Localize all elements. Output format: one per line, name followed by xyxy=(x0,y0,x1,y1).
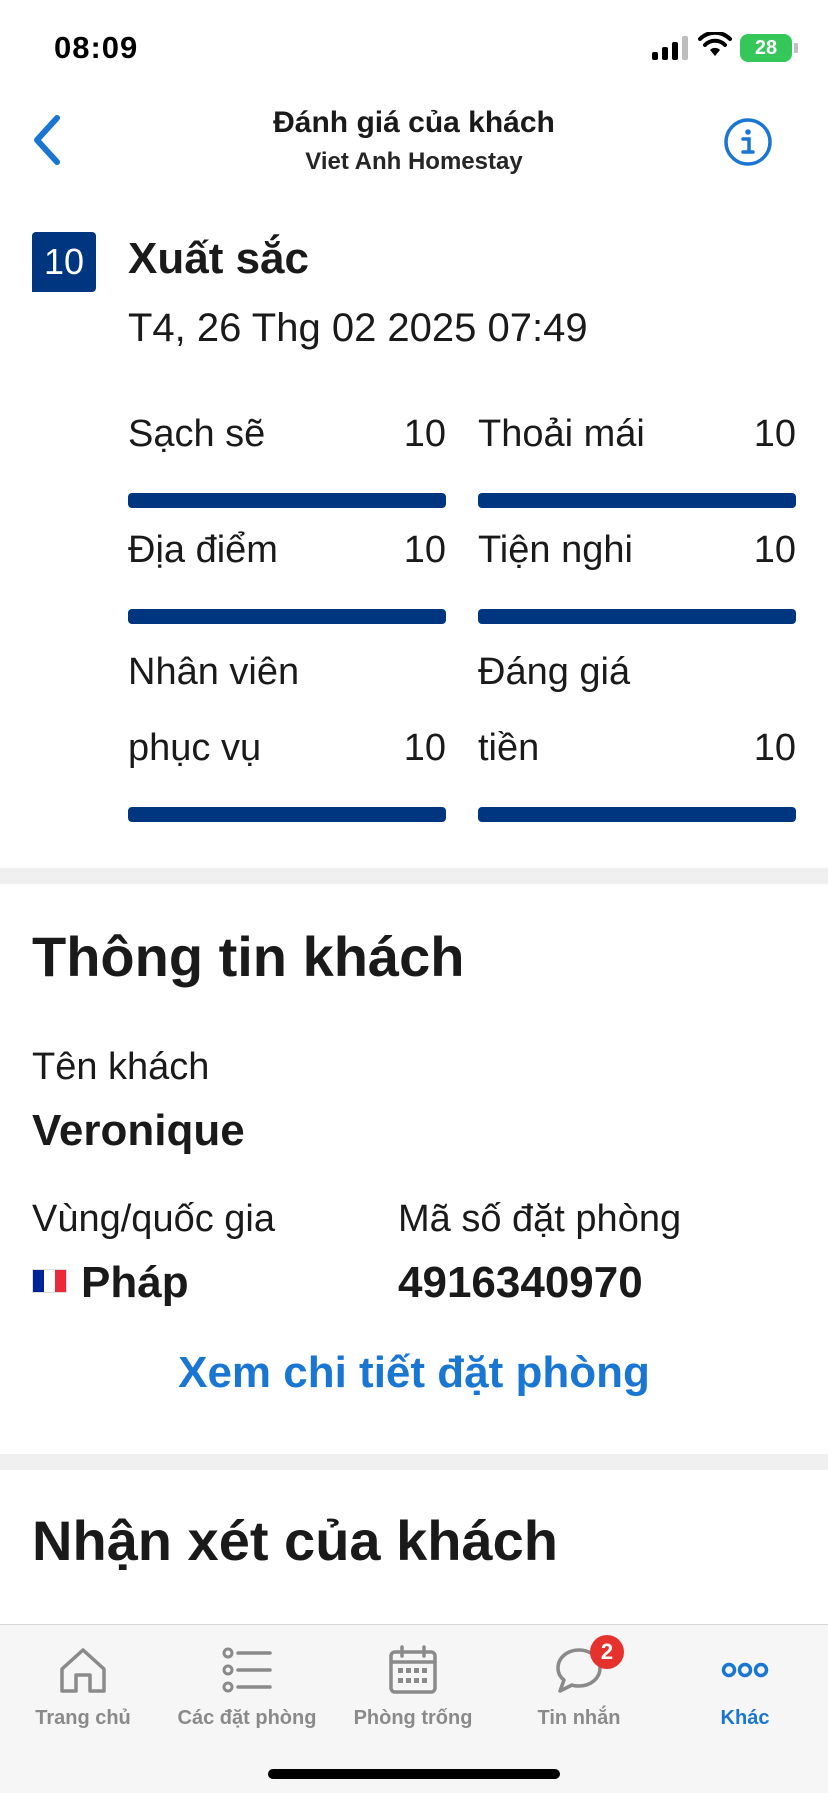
more-icon xyxy=(721,1662,769,1678)
rating-category-value: 10 xyxy=(403,413,446,455)
tab-bar: Trang chủ Các đặt phòng Phòng trống 2 Ti… xyxy=(0,1624,828,1793)
list-icon xyxy=(222,1647,272,1693)
country-name: Pháp xyxy=(81,1258,189,1307)
rating-category-name: Thoải mái xyxy=(478,413,645,455)
score-label: Xuất sắc xyxy=(128,234,309,283)
tab-messages[interactable]: 2 Tin nhắn xyxy=(504,1635,654,1730)
unread-badge: 2 xyxy=(590,1635,624,1669)
nav-header: Đánh giá của khách Viet Anh Homestay xyxy=(0,96,828,192)
rating-category-name: Tiện nghi xyxy=(478,529,633,571)
cellular-signal-icon xyxy=(652,36,688,60)
rating-category: Tiện nghi 10 xyxy=(478,528,796,624)
rating-category-value: 10 xyxy=(753,727,796,769)
guest-name-label: Tên khách xyxy=(32,1046,210,1088)
tab-label: Tin nhắn xyxy=(537,1707,621,1729)
section-divider xyxy=(0,868,828,884)
france-flag-icon xyxy=(32,1269,67,1294)
tab-label: Khác xyxy=(720,1707,770,1729)
tab-label: Trang chủ xyxy=(35,1707,131,1729)
view-booking-details-link[interactable]: Xem chi tiết đặt phòng xyxy=(0,1348,828,1398)
status-bar: 08:09 28 xyxy=(0,0,828,96)
page-title: Đánh giá của khách xyxy=(273,106,555,139)
rating-category-name: Nhân viên phục vụ xyxy=(128,651,300,769)
battery-level: 28 xyxy=(754,36,778,59)
home-indicator xyxy=(268,1769,560,1779)
country-value: Pháp xyxy=(32,1258,189,1308)
rating-bar xyxy=(478,807,796,822)
rating-bar xyxy=(128,493,446,508)
rating-bar xyxy=(128,609,446,624)
review-date: T4, 26 Thg 02 2025 07:49 xyxy=(128,306,588,350)
guest-comments-title: Nhận xét của khách xyxy=(32,1509,558,1572)
calendar-icon xyxy=(389,1645,437,1694)
battery-icon: 28 xyxy=(740,34,798,62)
tab-label: Các đặt phòng xyxy=(177,1707,317,1729)
guest-name: Veronique xyxy=(32,1106,245,1155)
rating-category-value: 10 xyxy=(753,529,796,571)
tab-availability[interactable]: Phòng trống xyxy=(338,1643,488,1730)
tab-home[interactable]: Trang chủ xyxy=(8,1643,158,1730)
status-time: 08:09 xyxy=(54,30,139,65)
rating-category: Thoải mái 10 xyxy=(478,412,796,508)
country-label: Vùng/quốc gia xyxy=(32,1198,275,1240)
section-divider xyxy=(0,1454,828,1470)
tab-bookings[interactable]: Các đặt phòng xyxy=(172,1643,322,1730)
rating-category-value: 10 xyxy=(403,727,446,769)
rating-category: Nhân viên phục vụ 10 xyxy=(128,650,446,822)
score-badge: 10 xyxy=(32,232,96,292)
guest-info-title: Thông tin khách xyxy=(32,925,465,988)
tab-more[interactable]: Khác xyxy=(670,1643,820,1730)
home-icon xyxy=(60,1648,106,1693)
rating-category: Đáng giá tiền 10 xyxy=(478,650,796,822)
booking-number: 4916340970 xyxy=(398,1258,643,1307)
tab-label: Phòng trống xyxy=(353,1707,473,1729)
wifi-icon xyxy=(698,32,732,56)
rating-category-value: 10 xyxy=(753,413,796,455)
rating-category: Sạch sẽ 10 xyxy=(128,412,446,508)
rating-category: Địa điểm 10 xyxy=(128,528,446,624)
info-icon[interactable] xyxy=(722,116,774,168)
rating-category-name: Địa điểm xyxy=(128,529,278,571)
rating-bar xyxy=(478,609,796,624)
booking-number-label: Mã số đặt phòng xyxy=(398,1198,682,1240)
rating-bar xyxy=(478,493,796,508)
rating-category-name: Sạch sẽ xyxy=(128,413,266,455)
rating-category-value: 10 xyxy=(403,529,446,571)
property-name: Viet Anh Homestay xyxy=(305,148,523,175)
rating-bar xyxy=(128,807,446,822)
rating-category-name: Đáng giá tiền xyxy=(478,651,631,769)
